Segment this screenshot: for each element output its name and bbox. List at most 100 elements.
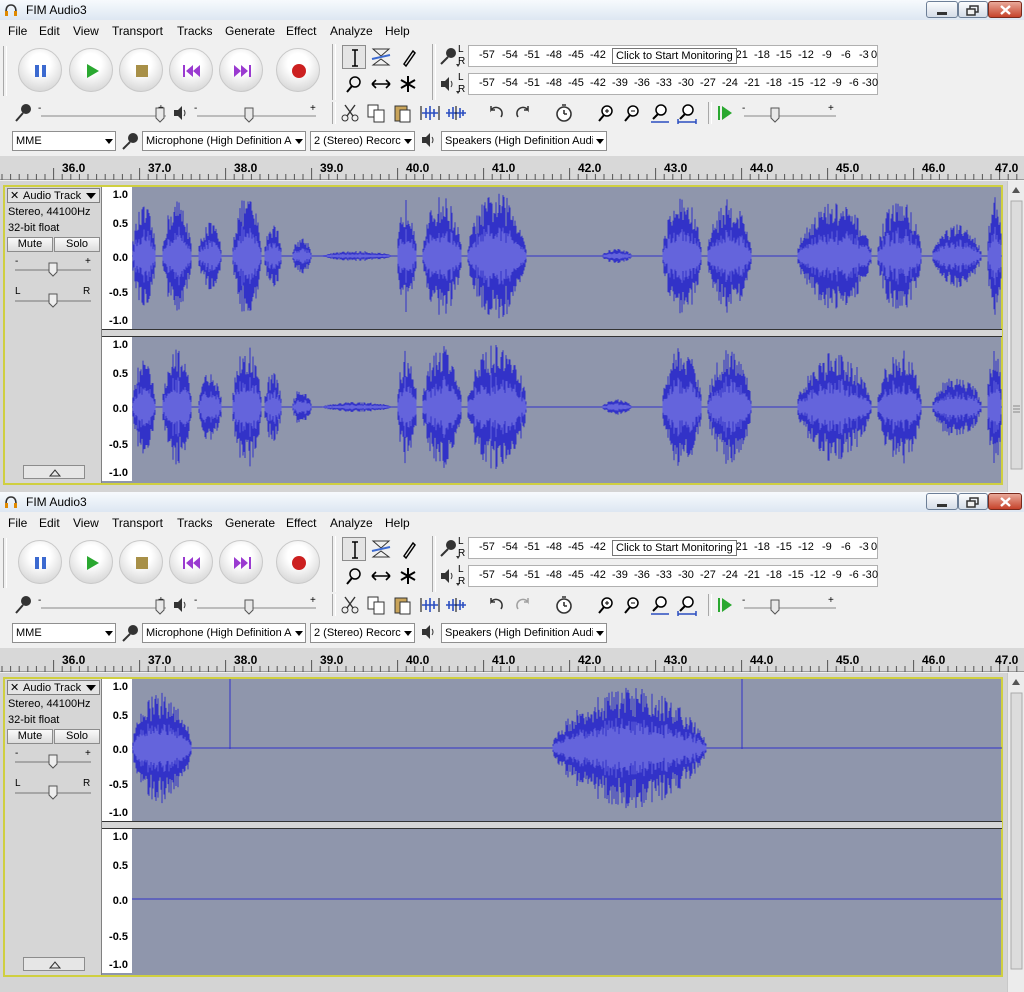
menu-view[interactable]: View xyxy=(73,516,99,530)
mute-button[interactable]: Mute xyxy=(7,729,53,744)
close-window-button[interactable] xyxy=(988,493,1022,510)
fit-selection-button[interactable] xyxy=(648,101,672,125)
menu-edit[interactable]: Edit xyxy=(39,516,60,530)
waveform-right-channel[interactable] xyxy=(132,829,1002,973)
recording-device-select[interactable]: Microphone (High Definition Au xyxy=(142,623,306,643)
playback-speed-slider[interactable]: - + xyxy=(740,594,840,616)
audio-host-select[interactable]: MME xyxy=(12,131,116,151)
record-meter[interactable]: -57 -54 -51 -48 -45 -42 -21 -18 -15 -12 … xyxy=(468,45,878,67)
multi-tool[interactable] xyxy=(396,564,420,588)
output-volume-slider[interactable]: - + xyxy=(194,594,320,616)
menu-tracks[interactable]: Tracks xyxy=(177,24,213,38)
timeline-ruler[interactable]: 36.0 37.0 38.0 39.0 40.0 41.0 42.0 43.0 … xyxy=(0,156,1024,180)
toolbar-grip[interactable] xyxy=(3,538,7,588)
silence-button[interactable] xyxy=(444,101,468,125)
mute-button[interactable]: Mute xyxy=(7,237,53,252)
recording-channels-select[interactable]: 2 (Stereo) Recorc xyxy=(310,131,415,151)
menu-file[interactable]: File xyxy=(8,24,27,38)
fit-project-button[interactable] xyxy=(675,101,699,125)
title-bar[interactable]: FIM Audio3 xyxy=(0,492,1024,512)
playback-device-select[interactable]: Speakers (High Definition Audi xyxy=(441,131,607,151)
toolbar-grip[interactable] xyxy=(332,594,336,616)
pan-slider[interactable] xyxy=(13,291,93,311)
output-volume-slider[interactable]: - + xyxy=(194,102,320,124)
fit-selection-button[interactable] xyxy=(648,593,672,617)
collapse-track-button[interactable] xyxy=(23,957,85,971)
toolbar-grip[interactable] xyxy=(332,102,336,124)
pan-slider[interactable] xyxy=(13,783,93,803)
record-button[interactable] xyxy=(276,48,320,92)
start-monitoring-tooltip[interactable]: Click to Start Monitoring xyxy=(612,48,737,64)
pause-button[interactable] xyxy=(18,540,62,584)
cut-button[interactable] xyxy=(338,101,362,125)
silence-button[interactable] xyxy=(444,593,468,617)
menu-transport[interactable]: Transport xyxy=(112,516,163,530)
skip-start-button[interactable] xyxy=(169,48,213,92)
record-button[interactable] xyxy=(276,540,320,584)
waveform-left-channel[interactable] xyxy=(132,679,1002,821)
title-bar[interactable]: FIM Audio3 xyxy=(0,0,1024,20)
toolbar-grip[interactable] xyxy=(332,44,336,100)
track-name-menu[interactable]: ✕ Audio Track xyxy=(7,188,100,203)
input-volume-slider[interactable]: -+ xyxy=(38,594,170,616)
track-name-menu[interactable]: ✕ Audio Track xyxy=(7,680,100,695)
menu-file[interactable]: File xyxy=(8,516,27,530)
record-meter[interactable]: -57 -54 -51 -48 -45 -42 -21 -18 -15 -12 … xyxy=(468,537,878,559)
zoom-tool[interactable] xyxy=(342,72,366,96)
copy-button[interactable] xyxy=(364,101,388,125)
restore-button[interactable] xyxy=(958,1,988,18)
draw-tool[interactable] xyxy=(396,45,420,69)
play-at-speed-button[interactable] xyxy=(714,101,738,125)
envelope-tool[interactable] xyxy=(369,45,393,69)
undo-button[interactable] xyxy=(484,101,508,125)
close-window-button[interactable] xyxy=(988,1,1022,18)
paste-button[interactable] xyxy=(390,593,414,617)
solo-button[interactable]: Solo xyxy=(54,237,100,252)
multi-tool[interactable] xyxy=(396,72,420,96)
fit-project-button[interactable] xyxy=(675,593,699,617)
minimize-button[interactable] xyxy=(926,493,958,510)
input-volume-slider[interactable]: -+ xyxy=(38,102,170,124)
audio-track[interactable]: ✕ Audio Track Stereo, 44100Hz 32-bit flo… xyxy=(3,185,1003,485)
audio-track[interactable]: ✕ Audio Track Stereo, 44100Hz 32-bit flo… xyxy=(3,677,1003,977)
menu-generate[interactable]: Generate xyxy=(225,516,275,530)
zoom-out-button[interactable] xyxy=(620,593,644,617)
close-track-icon[interactable]: ✕ xyxy=(10,681,19,694)
redo-button-disabled[interactable] xyxy=(511,593,535,617)
undo-button[interactable] xyxy=(484,593,508,617)
skip-start-button[interactable] xyxy=(169,540,213,584)
menu-help[interactable]: Help xyxy=(385,24,410,38)
envelope-tool[interactable] xyxy=(369,537,393,561)
redo-button[interactable] xyxy=(511,101,535,125)
restore-button[interactable] xyxy=(958,493,988,510)
minimize-button[interactable] xyxy=(926,1,958,18)
toolbar-grip[interactable] xyxy=(708,594,712,616)
play-button[interactable] xyxy=(69,48,113,92)
zoom-in-button[interactable] xyxy=(594,101,618,125)
play-at-speed-button[interactable] xyxy=(714,593,738,617)
zoom-tool[interactable] xyxy=(342,564,366,588)
trim-button[interactable] xyxy=(418,101,442,125)
selection-tool[interactable] xyxy=(342,45,366,69)
time-shift-tool[interactable] xyxy=(369,72,393,96)
timeline-ruler[interactable]: 36.0 37.0 38.0 39.0 40.0 41.0 42.0 43.0 … xyxy=(0,648,1024,672)
menu-generate[interactable]: Generate xyxy=(225,24,275,38)
zoom-out-button[interactable] xyxy=(620,101,644,125)
solo-button[interactable]: Solo xyxy=(54,729,100,744)
trim-button[interactable] xyxy=(418,593,442,617)
close-track-icon[interactable]: ✕ xyxy=(10,189,19,202)
sync-lock-button[interactable] xyxy=(552,593,576,617)
collapse-track-button[interactable] xyxy=(23,465,85,479)
menu-view[interactable]: View xyxy=(73,24,99,38)
stop-button[interactable] xyxy=(119,48,163,92)
waveform-left-channel[interactable] xyxy=(132,187,1002,329)
pause-button[interactable] xyxy=(18,48,62,92)
stop-button[interactable] xyxy=(119,540,163,584)
vertical-scrollbar[interactable] xyxy=(1007,673,1024,992)
waveform-right-channel[interactable] xyxy=(132,337,1002,481)
menu-help[interactable]: Help xyxy=(385,516,410,530)
selection-tool[interactable] xyxy=(342,537,366,561)
toolbar-grip[interactable] xyxy=(432,44,436,100)
sync-lock-button[interactable] xyxy=(552,101,576,125)
start-monitoring-tooltip[interactable]: Click to Start Monitoring xyxy=(612,540,737,556)
